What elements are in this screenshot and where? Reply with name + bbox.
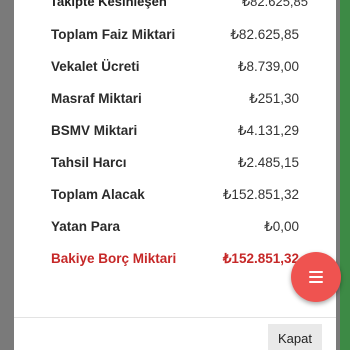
row-label: BSMV Miktari <box>51 123 138 138</box>
row-value: ₺82.625,85 <box>230 27 299 42</box>
row-vekalet-ucreti: Vekalet Ücreti ₺8.739,00 <box>14 51 336 83</box>
row-label: Vekalet Ücreti <box>51 59 140 74</box>
row-label: Masraf Miktari <box>51 91 142 106</box>
row-value: ₺152.851,32 <box>222 251 299 266</box>
row-value: ₺8.739,00 <box>237 59 299 74</box>
row-label: Toplam Alacak <box>51 187 145 202</box>
row-masraf: Masraf Miktari ₺251,30 <box>14 83 336 115</box>
close-button[interactable]: Kapat <box>268 324 322 350</box>
row-toplam-alacak: Toplam Alacak ₺152.851,32 <box>14 179 336 211</box>
row-bsmv: BSMV Miktari ₺4.131,29 <box>14 115 336 147</box>
footer-divider <box>14 317 336 318</box>
partial-row: Takipte Kesinleşen ₺82.625,85 <box>14 0 336 9</box>
partial-row-label: Takipte Kesinleşen <box>50 0 167 9</box>
row-value: ₺2.485,15 <box>237 155 299 170</box>
row-label: Bakiye Borç Miktari <box>51 251 177 266</box>
row-label: Tahsil Harcı <box>51 155 127 170</box>
row-value: ₺152.851,32 <box>222 187 299 202</box>
row-value: ₺251,30 <box>249 91 299 106</box>
menu-fab-button[interactable] <box>291 252 341 302</box>
row-tahsil-harci: Tahsil Harcı ₺2.485,15 <box>14 147 336 179</box>
row-toplam-faiz: Toplam Faiz Miktari ₺82.625,85 <box>14 19 336 51</box>
background-accent-bar <box>340 0 350 350</box>
row-bakiye-borc: Bakiye Borç Miktari ₺152.851,32 <box>14 243 336 275</box>
row-value: ₺0,00 <box>264 219 299 234</box>
summary-dialog: Takipte Kesinleşen ₺82.625,85 Toplam Fai… <box>14 0 336 350</box>
row-value: ₺4.131,29 <box>237 123 299 138</box>
partial-row-value: ₺82.625,85 <box>241 0 308 9</box>
row-label: Yatan Para <box>51 219 121 234</box>
row-label: Toplam Faiz Miktari <box>51 27 176 42</box>
row-yatan-para: Yatan Para ₺0,00 <box>14 211 336 243</box>
